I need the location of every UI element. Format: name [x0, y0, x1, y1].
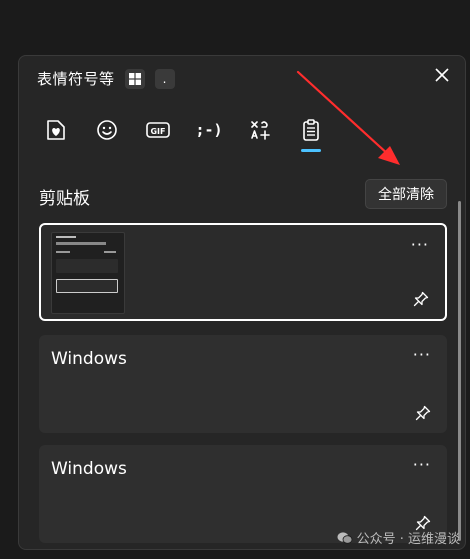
heart-icon [47, 120, 65, 140]
tab-symbols[interactable] [245, 114, 275, 146]
category-tabs: GIF ;-) [41, 114, 326, 152]
clipboard-image-thumbnail [51, 232, 125, 314]
more-options-icon[interactable]: ··· [411, 235, 429, 254]
watermark: 公众号 · 运维漫谈 [337, 528, 460, 547]
pin-icon[interactable] [415, 405, 431, 421]
watermark-text: 公众号 · 运维漫谈 [356, 532, 460, 547]
tab-emoji[interactable] [92, 114, 122, 146]
selected-tab-indicator [301, 149, 321, 152]
scrollbar[interactable] [458, 201, 461, 541]
windows-key-icon [124, 68, 145, 89]
clipboard-title: 剪贴板 [39, 189, 90, 209]
pin-icon[interactable] [413, 291, 429, 307]
clipboard-icon [303, 119, 319, 141]
tab-favorites[interactable] [41, 114, 71, 146]
more-options-icon[interactable]: ··· [413, 455, 431, 474]
panel-header: 表情符号等 . [37, 68, 175, 89]
tab-gif[interactable]: GIF [143, 114, 173, 146]
clipboard-item-content: Windows [51, 349, 127, 369]
gif-icon: GIF [146, 122, 170, 138]
wechat-icon [337, 531, 352, 544]
panel-title: 表情符号等 [37, 70, 115, 88]
symbols-icon [251, 121, 270, 140]
more-options-icon[interactable]: ··· [413, 345, 431, 364]
clipboard-item-image[interactable]: ··· [39, 223, 447, 321]
svg-text:GIF: GIF [150, 127, 165, 136]
close-icon[interactable] [433, 66, 451, 84]
period-key: . [154, 68, 175, 89]
tab-kaomoji[interactable]: ;-) [194, 114, 224, 146]
clipboard-item-content: Windows [51, 459, 127, 479]
tab-clipboard[interactable] [296, 114, 326, 152]
clipboard-item-text[interactable]: Windows ··· [39, 335, 447, 433]
smiley-icon [97, 120, 117, 140]
clear-all-button[interactable]: 全部清除 [365, 179, 447, 209]
kaomoji-icon: ;-) [195, 121, 223, 139]
emoji-panel: 表情符号等 . GIF ;-) 剪贴板 全部清除 ··· Windows ···… [18, 55, 466, 550]
